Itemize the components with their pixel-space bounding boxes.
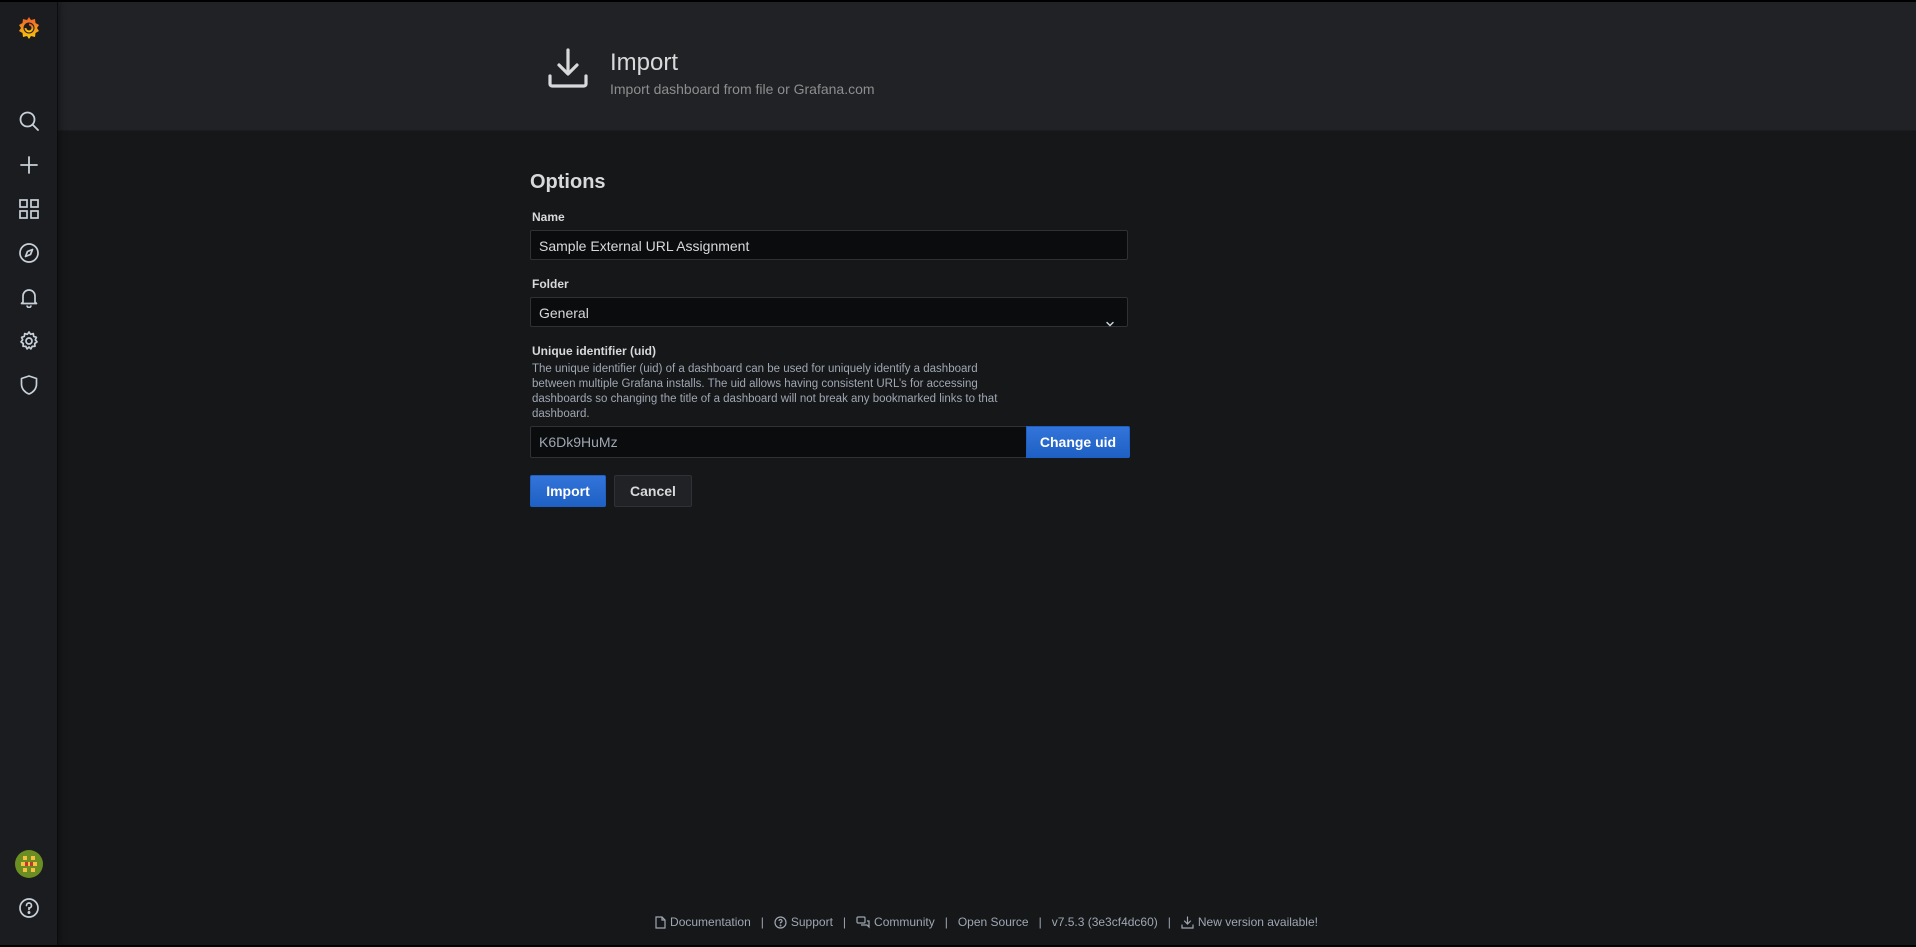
- uid-label: Unique identifier (uid): [532, 344, 656, 358]
- footer-separator: |: [760, 915, 764, 929]
- page-subtitle: Import dashboard from file or Grafana.co…: [610, 81, 875, 97]
- footer-version: v7.5.3 (3e3cf4dc60): [1051, 915, 1158, 929]
- compass-icon[interactable]: [0, 231, 57, 275]
- footer-separator: |: [944, 915, 948, 929]
- footer-separator: |: [842, 915, 847, 929]
- chevron-down-icon: [1105, 308, 1115, 338]
- import-icon: [546, 46, 590, 95]
- search-icon[interactable]: [0, 99, 57, 143]
- uid-description: The unique identifier (uid) of a dashboa…: [532, 363, 998, 420]
- cancel-button[interactable]: Cancel: [614, 475, 692, 507]
- footer-support-label: Support: [790, 915, 833, 929]
- folder-select[interactable]: General: [530, 297, 1128, 327]
- uid-input[interactable]: K6Dk9HuMz: [530, 426, 1026, 458]
- footer-documentation-label: Documentation: [670, 915, 751, 929]
- comments-icon: [856, 915, 870, 928]
- footer-open-source-link[interactable]: Open Source: [958, 915, 1029, 929]
- name-label: Name: [532, 210, 565, 224]
- page-header: Import Import dashboard from file or Gra…: [57, 2, 1916, 131]
- bell-icon[interactable]: [0, 275, 57, 319]
- footer-separator: |: [1167, 915, 1171, 929]
- dashboards-grid-icon[interactable]: [0, 187, 57, 231]
- user-avatar[interactable]: [0, 842, 57, 886]
- footer-new-version-link[interactable]: New version available!: [1181, 915, 1318, 929]
- footer-community-link[interactable]: Community: [856, 915, 935, 929]
- folder-selected-value: General: [539, 305, 589, 321]
- app-frame: Import Import dashboard from file or Gra…: [0, 2, 1916, 945]
- footer-separator: |: [1038, 915, 1042, 929]
- grafana-logo[interactable]: [0, 6, 57, 50]
- footer-documentation-link[interactable]: Documentation: [655, 915, 751, 929]
- plus-icon[interactable]: [0, 143, 57, 187]
- import-options-form: Options Name Sample External URL Assignm…: [530, 168, 1130, 507]
- document-icon: [655, 915, 666, 929]
- download-icon: [1181, 915, 1194, 929]
- footer-new-version-label: New version available!: [1197, 915, 1318, 929]
- folder-label: Folder: [532, 277, 569, 291]
- question-circle-icon: [774, 915, 787, 929]
- footer-support-link[interactable]: Support: [774, 915, 833, 929]
- sidebar: [0, 2, 58, 945]
- page-title: Import: [610, 49, 679, 76]
- help-icon[interactable]: [0, 886, 57, 930]
- name-input[interactable]: Sample External URL Assignment: [530, 230, 1128, 260]
- gear-icon[interactable]: [0, 319, 57, 363]
- footer: Documentation | Support | Community | Op…: [57, 912, 1916, 932]
- footer-community-label: Community: [874, 915, 935, 929]
- change-uid-button[interactable]: Change uid: [1026, 426, 1130, 458]
- options-heading: Options: [530, 171, 606, 193]
- shield-icon[interactable]: [0, 363, 57, 407]
- import-button[interactable]: Import: [530, 475, 606, 507]
